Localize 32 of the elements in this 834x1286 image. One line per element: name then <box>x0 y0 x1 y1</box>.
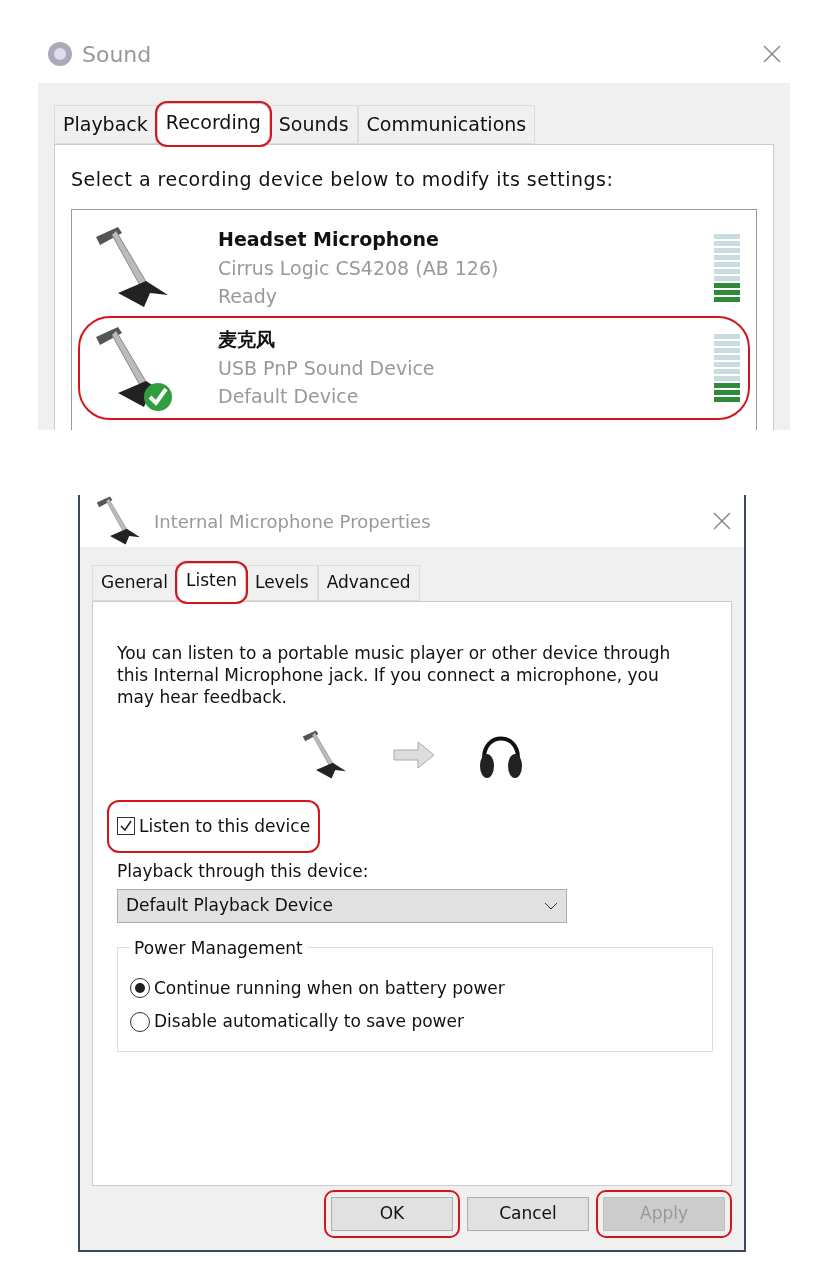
instruction-text: Select a recording device below to modify its settings: <box>71 166 615 192</box>
tab[interactable]: Levels <box>245 565 318 601</box>
window-title: Internal Microphone Properties <box>154 509 432 534</box>
tab[interactable]: Listen <box>177 563 246 602</box>
dialog-button[interactable]: Cancel <box>467 1196 589 1231</box>
tab[interactable]: General <box>92 565 177 601</box>
tab[interactable]: Recording <box>156 103 270 145</box>
radio-label[interactable]: Disable automatically to save power <box>154 1009 464 1035</box>
tab[interactable]: Communications <box>357 105 536 144</box>
chevron-down-icon <box>544 900 558 911</box>
device-name: Headset Microphone <box>218 227 440 253</box>
tab[interactable]: Playback <box>54 105 157 144</box>
playback-dropdown[interactable]: Default Playback Device <box>117 888 567 923</box>
device-driver: Cirrus Logic CS4208 (AB 126) <box>218 255 500 281</box>
radio-label[interactable]: Continue running when on battery power <box>154 975 505 1001</box>
playback-label: Playback through this device: <box>117 860 370 883</box>
close-icon[interactable] <box>762 44 782 64</box>
check-icon <box>119 819 133 834</box>
window-title: Sound <box>82 40 153 69</box>
arrow-right-icon <box>392 739 436 770</box>
device-name: 麦克风 <box>218 327 276 353</box>
tab[interactable]: Advanced <box>317 565 420 601</box>
listen-checkbox[interactable]: Listen to this device <box>109 801 319 851</box>
tab[interactable]: Sounds <box>269 105 358 144</box>
device-status: Default Device <box>218 384 360 410</box>
description-text: You can listen to a portable music player or other device through this Internal Microphone jack. If you connect a microphone, you may hear feedback. <box>117 641 672 708</box>
device-status: Ready <box>218 284 278 310</box>
device-row[interactable]: Headset Microphone Cirrus Logic CS4208 (AB 126) Ready <box>80 218 748 318</box>
close-icon[interactable] <box>712 511 732 531</box>
device-driver: USB PnP Sound Device <box>218 355 436 381</box>
dialog-button[interactable]: OK <box>331 1196 453 1231</box>
device-row[interactable]: 麦克风 USB PnP Sound Device Default Device <box>80 318 748 418</box>
